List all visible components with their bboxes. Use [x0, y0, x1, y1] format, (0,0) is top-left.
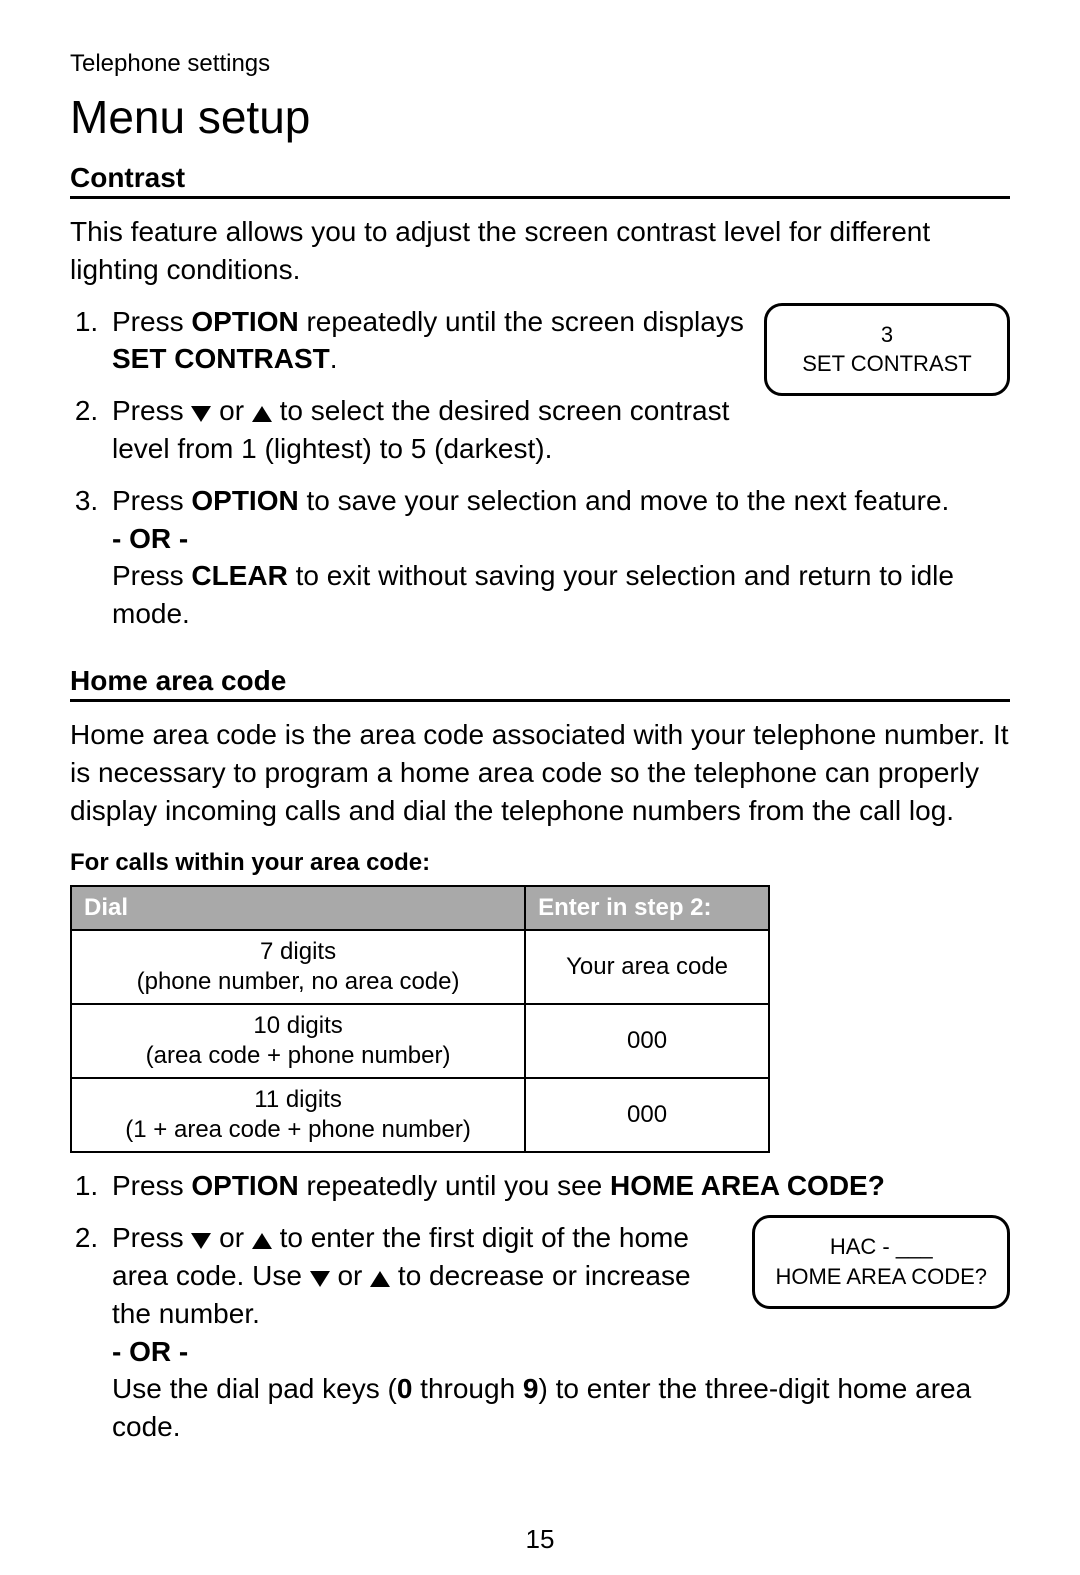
text: through — [412, 1373, 523, 1404]
step: Press or to select the desired screen co… — [106, 392, 1010, 468]
lcd-display-home: HAC - ___ HOME AREA CODE? — [752, 1215, 1010, 1308]
cell-line: 10 digits — [82, 1011, 514, 1041]
table-header: Enter in step 2: — [525, 886, 769, 930]
cell-line: 7 digits — [82, 937, 514, 967]
lcd-line: SET CONTRAST — [787, 349, 987, 379]
or-label: - OR - — [112, 1336, 188, 1367]
section-heading-contrast: Contrast — [70, 162, 1010, 199]
down-arrow-icon — [191, 406, 211, 422]
key-label: CLEAR — [191, 560, 287, 591]
table-caption: For calls within your area code: — [70, 849, 1010, 877]
table-cell: Your area code — [525, 930, 769, 1004]
lcd-display-contrast: 3 SET CONTRAST — [764, 303, 1010, 396]
text: . — [330, 343, 338, 374]
table-header-row: Dial Enter in step 2: — [71, 886, 769, 930]
table-row: 10 digits (area code + phone number) 000 — [71, 1004, 769, 1078]
page-number: 15 — [0, 1524, 1080, 1555]
key-label: 0 — [397, 1373, 413, 1404]
key-label: HOME AREA CODE? — [610, 1170, 885, 1201]
text: Press — [112, 560, 191, 591]
manual-page: Telephone settings Menu setup Contrast T… — [0, 0, 1080, 1575]
cell-line: (1 + area code + phone number) — [82, 1115, 514, 1145]
text: Press — [112, 395, 191, 426]
page-title: Menu setup — [70, 90, 1010, 144]
text: repeatedly until you see — [299, 1170, 610, 1201]
step: Press OPTION to save your selection and … — [106, 482, 1010, 633]
text: Press — [112, 1170, 191, 1201]
key-label: OPTION — [191, 306, 298, 337]
up-arrow-icon — [370, 1271, 390, 1287]
lcd-line: HAC - ___ — [775, 1232, 987, 1262]
table-cell: 11 digits (1 + area code + phone number) — [71, 1078, 525, 1152]
area-code-table: Dial Enter in step 2: 7 digits (phone nu… — [70, 885, 770, 1153]
table-row: 11 digits (1 + area code + phone number)… — [71, 1078, 769, 1152]
text: or — [211, 1222, 251, 1253]
text: Press — [112, 485, 191, 516]
key-label: OPTION — [191, 1170, 298, 1201]
or-label: - OR - — [112, 523, 188, 554]
up-arrow-icon — [252, 1233, 272, 1249]
down-arrow-icon — [310, 1271, 330, 1287]
key-label: 9 — [523, 1373, 539, 1404]
cell-line: 11 digits — [82, 1085, 514, 1115]
text: repeatedly until the screen displays — [299, 306, 744, 337]
text: Use the dial pad keys ( — [112, 1373, 397, 1404]
table-row: 7 digits (phone number, no area code) Yo… — [71, 930, 769, 1004]
home-intro: Home area code is the area code associat… — [70, 716, 1010, 829]
text: or — [330, 1260, 370, 1291]
text: Press — [112, 306, 191, 337]
text: Press — [112, 1222, 191, 1253]
contrast-intro: This feature allows you to adjust the sc… — [70, 213, 1010, 289]
table-cell: 10 digits (area code + phone number) — [71, 1004, 525, 1078]
step: HAC - ___ HOME AREA CODE? Press or to en… — [106, 1219, 1010, 1446]
down-arrow-icon — [191, 1233, 211, 1249]
cell-line: (phone number, no area code) — [82, 967, 514, 997]
home-steps: Press OPTION repeatedly until you see HO… — [70, 1167, 1010, 1446]
key-label: OPTION — [191, 485, 298, 516]
breadcrumb: Telephone settings — [70, 50, 1010, 78]
table-header: Dial — [71, 886, 525, 930]
up-arrow-icon — [252, 406, 272, 422]
text: to save your selection and move to the n… — [299, 485, 950, 516]
text: or — [211, 395, 251, 426]
table-cell: 000 — [525, 1004, 769, 1078]
cell-line: (area code + phone number) — [82, 1041, 514, 1071]
step: Press OPTION repeatedly until you see HO… — [106, 1167, 1010, 1205]
table-cell: 7 digits (phone number, no area code) — [71, 930, 525, 1004]
key-label: SET CONTRAST — [112, 343, 330, 374]
section-heading-home-area-code: Home area code — [70, 665, 1010, 702]
lcd-line: 3 — [787, 320, 987, 350]
lcd-line: HOME AREA CODE? — [775, 1262, 987, 1292]
table-cell: 000 — [525, 1078, 769, 1152]
